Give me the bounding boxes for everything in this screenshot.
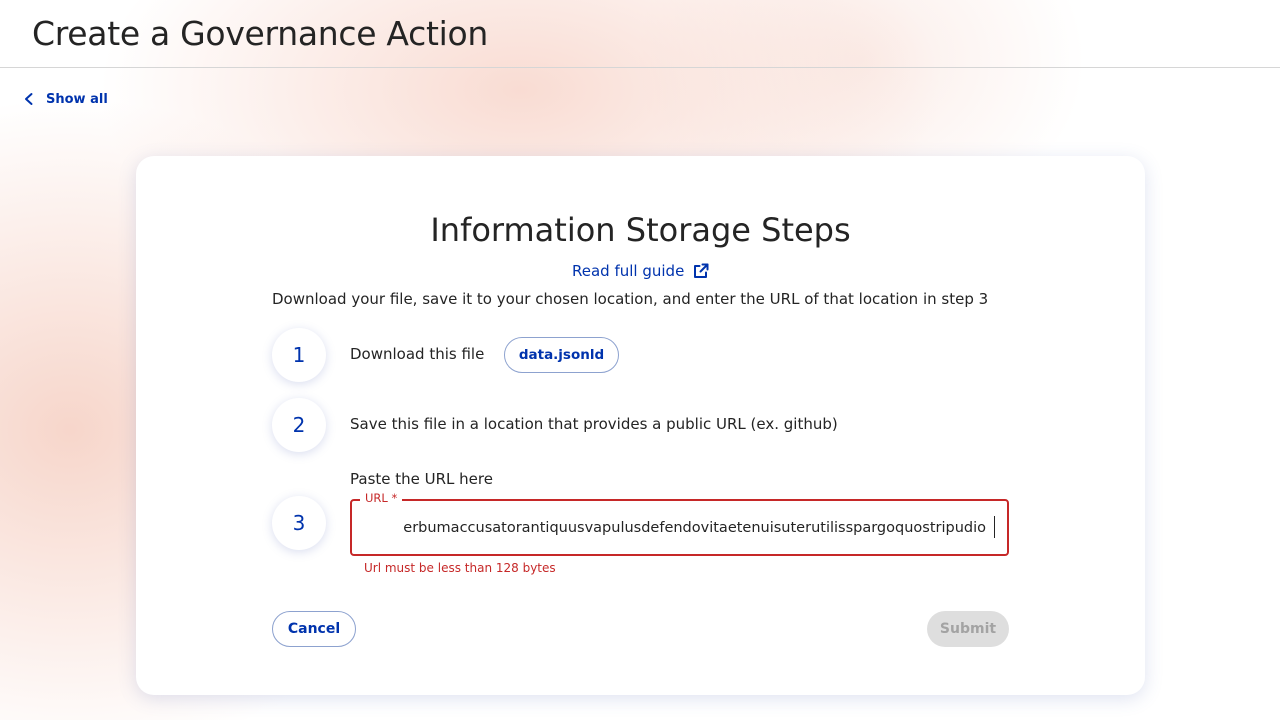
step-1-number: 1 bbox=[272, 328, 326, 382]
url-error-message: Url must be less than 128 bytes bbox=[364, 561, 556, 575]
show-all-link[interactable]: Show all bbox=[22, 89, 108, 109]
external-link-icon bbox=[694, 263, 709, 278]
step-3-text: Paste the URL here bbox=[350, 470, 493, 488]
intro-text: Download your file, save it to your chos… bbox=[272, 290, 989, 308]
page-title: Create a Governance Action bbox=[32, 14, 488, 53]
read-guide-label: Read full guide bbox=[572, 262, 685, 280]
download-file-button[interactable]: data.jsonld bbox=[504, 337, 619, 373]
step-3-number: 3 bbox=[272, 496, 326, 550]
url-input[interactable] bbox=[363, 512, 996, 544]
url-field[interactable]: URL * bbox=[350, 491, 1009, 556]
cancel-button[interactable]: Cancel bbox=[272, 611, 356, 647]
step-2-number: 2 bbox=[272, 398, 326, 452]
step-2-text: Save this file in a location that provid… bbox=[350, 415, 838, 433]
text-caret bbox=[994, 516, 995, 538]
storage-steps-card: Information Storage Steps Read full guid… bbox=[136, 156, 1145, 695]
page-header: Create a Governance Action bbox=[0, 0, 1280, 68]
url-field-label: URL * bbox=[360, 491, 403, 505]
submit-button[interactable]: Submit bbox=[927, 611, 1009, 647]
step-1-text: Download this file bbox=[350, 345, 485, 363]
show-all-label: Show all bbox=[46, 91, 108, 107]
read-guide-link[interactable]: Read full guide bbox=[572, 260, 710, 282]
chevron-left-icon bbox=[25, 93, 33, 105]
card-title: Information Storage Steps bbox=[430, 211, 851, 249]
